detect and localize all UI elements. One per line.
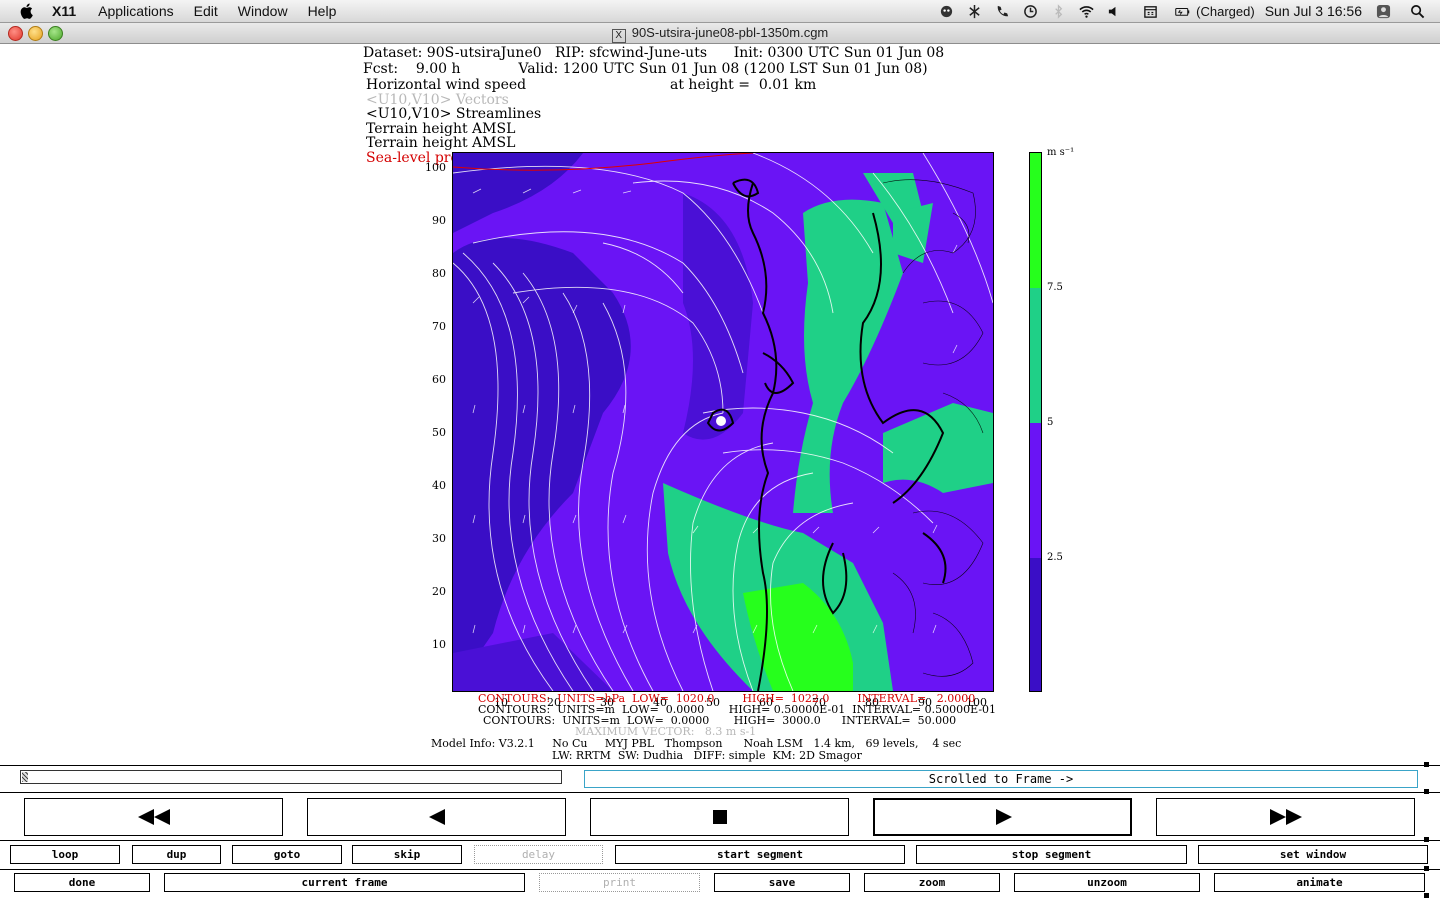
calendar-icon[interactable]: [1139, 0, 1161, 22]
y-tick-10: 10: [432, 638, 446, 651]
battery-status: (Charged): [1196, 3, 1255, 19]
header-height: at height = 0.01 km: [670, 77, 817, 93]
footer-model-info-2: LW: RRTM SW: Dudhia DIFF: simple KM: 2D …: [552, 749, 862, 762]
user-icon[interactable]: [1372, 0, 1394, 22]
y-tick-70: 70: [432, 320, 446, 333]
header-dataset: Dataset: 90S-utsiraJune0 RIP: sfcwind-Ju…: [363, 45, 945, 61]
header-field-wind-speed: Horizontal wind speed: [366, 77, 527, 93]
bluetooth-icon[interactable]: [1047, 0, 1069, 22]
stop-icon: [712, 810, 727, 824]
corner-marker: [1424, 789, 1429, 794]
window-title-bar: X 90S-utsira-june08-pbl-1350m.cgm: [0, 23, 1440, 44]
menu-edit[interactable]: Edit: [194, 3, 218, 19]
fast-forward-button[interactable]: [1156, 798, 1415, 836]
play-icon: [995, 809, 1012, 825]
separator: [0, 840, 1440, 841]
y-tick-60: 60: [432, 373, 446, 386]
colorbar-segment-high: [1030, 153, 1041, 288]
current-frame-button[interactable]: current frame: [164, 873, 525, 892]
corner-marker: [1424, 837, 1429, 842]
network-icon[interactable]: [963, 0, 985, 22]
corner-marker: [1424, 893, 1429, 898]
play-button[interactable]: [873, 798, 1132, 836]
stop-button[interactable]: [590, 798, 849, 836]
window-title: X 90S-utsira-june08-pbl-1350m.cgm: [0, 25, 1440, 43]
battery-icon[interactable]: [1171, 0, 1193, 22]
colorbar-segment-mid-low: [1030, 423, 1041, 558]
set-window-button[interactable]: set window: [1198, 845, 1428, 864]
separator: [0, 765, 1440, 766]
y-tick-40: 40: [432, 479, 446, 492]
y-tick-20: 20: [432, 585, 446, 598]
y-tick-100: 100: [425, 161, 446, 174]
clock[interactable]: Sun Jul 3 16:56: [1265, 3, 1362, 19]
step-back-icon: [428, 809, 445, 825]
corner-marker: [1424, 762, 1429, 767]
colorbar-label-2-5: 2.5: [1047, 552, 1063, 563]
colorbar-label-7-5: 7.5: [1047, 282, 1063, 293]
delay-button[interactable]: delay: [474, 845, 603, 864]
header-forecast: Fcst: 9.00 h Valid: 1200 UTC Sun 01 Jun …: [363, 61, 928, 77]
wifi-icon[interactable]: [1075, 0, 1097, 22]
window-title-text: 90S-utsira-june08-pbl-1350m.cgm: [631, 25, 829, 40]
frame-status: Scrolled to Frame ->: [584, 770, 1418, 788]
y-tick-80: 80: [432, 267, 446, 280]
rewind-button[interactable]: [24, 798, 283, 836]
menu-applications[interactable]: Applications: [98, 3, 174, 19]
apple-menu-icon[interactable]: [18, 2, 36, 20]
colorbar-segment-mid-high: [1030, 288, 1041, 423]
dup-button[interactable]: dup: [132, 845, 221, 864]
colorbar-label-5: 5: [1047, 417, 1054, 428]
start-segment-button[interactable]: start segment: [615, 845, 905, 864]
done-button[interactable]: done: [14, 873, 150, 892]
unzoom-button[interactable]: unzoom: [1014, 873, 1200, 892]
goto-button[interactable]: goto: [232, 845, 342, 864]
stop-segment-button[interactable]: stop segment: [916, 845, 1187, 864]
save-button[interactable]: save: [714, 873, 850, 892]
separator: [0, 869, 1440, 870]
x11-document-icon: X: [611, 29, 626, 43]
colorbar-units: m s⁻¹: [1047, 147, 1075, 158]
loop-button[interactable]: loop: [10, 845, 120, 864]
map-graphic: [453, 153, 993, 691]
separator: [0, 792, 1440, 793]
skip-button[interactable]: skip: [352, 845, 462, 864]
menu-bar: X11 Applications Edit Window Help (Charg…: [0, 0, 1440, 23]
phone-icon[interactable]: [991, 0, 1013, 22]
wind-speed-map: [452, 152, 994, 692]
time-machine-icon[interactable]: [1019, 0, 1041, 22]
animate-button[interactable]: animate: [1214, 873, 1425, 892]
spotlight-search-icon[interactable]: [1406, 0, 1428, 22]
step-back-button[interactable]: [307, 798, 566, 836]
frame-scrollbar[interactable]: [20, 770, 562, 784]
y-tick-90: 90: [432, 214, 446, 227]
y-tick-50: 50: [432, 426, 446, 439]
menu-app-name[interactable]: X11: [52, 3, 76, 19]
colorbar: [1029, 152, 1042, 692]
menu-help[interactable]: Help: [308, 3, 337, 19]
print-button[interactable]: print: [539, 873, 700, 892]
colorbar-segment-low: [1030, 558, 1041, 691]
fast-forward-icon: [1269, 809, 1302, 825]
volume-icon[interactable]: [1103, 0, 1125, 22]
menu-window[interactable]: Window: [238, 3, 288, 19]
rewind-icon: [137, 809, 170, 825]
header-field-streamlines: <U10,V10> Streamlines: [366, 106, 542, 122]
y-tick-30: 30: [432, 532, 446, 545]
frame-scrollbar-thumb[interactable]: [22, 772, 28, 782]
header-field-terrain-2: Terrain height AMSL: [366, 135, 516, 151]
zoom-button[interactable]: zoom: [864, 873, 1000, 892]
alien-icon[interactable]: [935, 0, 957, 22]
corner-marker: [1424, 866, 1429, 871]
